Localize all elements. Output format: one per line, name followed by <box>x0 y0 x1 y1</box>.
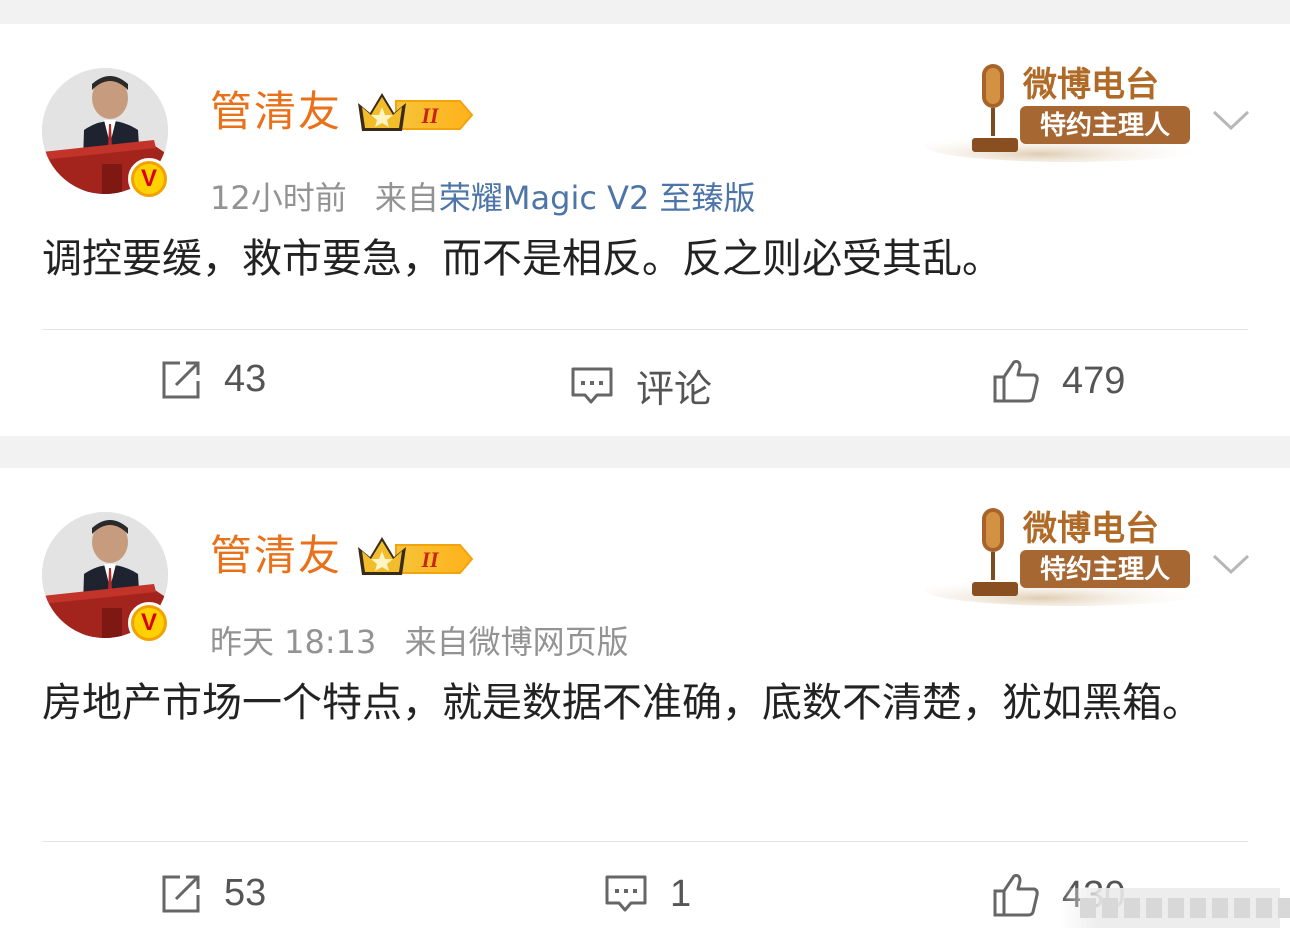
thumbs-up-icon <box>993 874 1039 917</box>
repost-count: 53 <box>224 872 267 914</box>
svg-text:特约主理人: 特约主理人 <box>1040 110 1170 141</box>
post-source[interactable]: 微博网页版 <box>469 623 629 661</box>
chevron-down-icon[interactable] <box>1210 104 1252 134</box>
svg-text:特约主理人: 特约主理人 <box>1040 554 1170 585</box>
post-time: 昨天 18:13 <box>210 623 377 661</box>
repost-icon <box>162 875 200 912</box>
post-content: 房地产市场一个特点，就是数据不准确，底数不清楚，犹如黑箱。 <box>42 680 1202 726</box>
svg-text:II: II <box>420 103 440 128</box>
post-card: V 管清友 II 昨天 18:13 来自微博网页版 微博电台 特约主理人 房地产… <box>0 468 1290 942</box>
watermark-blocks <box>1080 898 1290 918</box>
divider <box>42 841 1248 842</box>
chevron-down-icon[interactable] <box>1210 548 1252 578</box>
comment-button[interactable]: 1 <box>604 872 691 916</box>
repost-count: 43 <box>224 358 267 400</box>
post-source-link[interactable]: 荣耀Magic V2 至臻版 <box>439 179 756 217</box>
divider <box>42 329 1248 330</box>
source-prefix: 来自 <box>404 623 469 661</box>
comment-button[interactable]: 评论 <box>570 358 712 413</box>
source-prefix: 来自 <box>374 179 439 217</box>
like-button[interactable]: 479 <box>992 358 1125 404</box>
radio-host-badge-icon[interactable]: 微博电台 特约主理人 <box>920 54 1210 166</box>
comment-count: 1 <box>670 872 692 915</box>
comment-icon <box>605 875 647 912</box>
post-content: 调控要缓，救市要急，而不是相反。反之则必受其乱。 <box>42 236 1002 282</box>
post-time: 12小时前 <box>210 179 347 217</box>
svg-text:微博电台: 微博电台 <box>1022 509 1159 549</box>
svg-text:微博电台: 微博电台 <box>1022 65 1159 105</box>
post-card: V 管清友 II 12小时前 来自荣耀Magic V2 至臻版 微博电台 特约主… <box>0 24 1290 436</box>
verified-badge-icon: V <box>128 602 170 644</box>
post-meta: 昨天 18:13 来自微博网页版 <box>210 620 629 664</box>
verified-badge-icon: V <box>128 158 170 200</box>
username[interactable]: 管清友 <box>210 84 342 140</box>
repost-button[interactable]: 43 <box>160 358 266 401</box>
repost-icon <box>162 361 200 398</box>
comment-icon <box>571 367 613 403</box>
svg-text:II: II <box>420 547 440 572</box>
thumbs-up-icon <box>993 360 1039 403</box>
comment-label: 评论 <box>636 369 713 411</box>
like-count: 479 <box>1062 359 1126 402</box>
username[interactable]: 管清友 <box>210 528 342 584</box>
member-crown-icon[interactable]: II <box>356 87 474 137</box>
post-meta: 12小时前 来自荣耀Magic V2 至臻版 <box>210 176 756 220</box>
repost-button[interactable]: 53 <box>160 872 266 915</box>
radio-host-badge-icon[interactable]: 微博电台 特约主理人 <box>920 498 1210 610</box>
member-crown-icon[interactable]: II <box>356 531 474 581</box>
